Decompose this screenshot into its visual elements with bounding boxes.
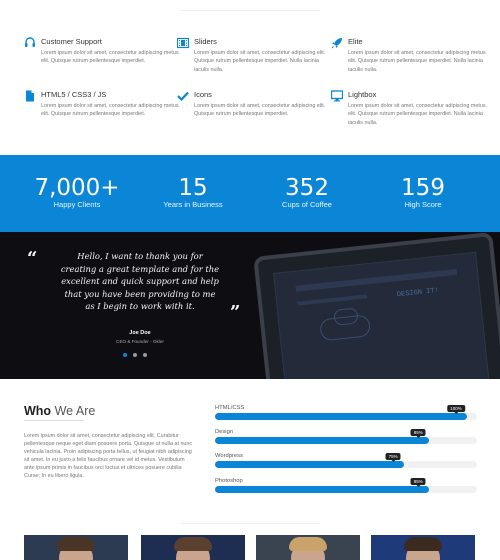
stat-value: 15: [178, 175, 208, 201]
stat-label: Years in Business: [163, 200, 223, 209]
skill-track: 75%: [215, 453, 477, 468]
skill-fill: [215, 461, 404, 468]
skill-percent-badge: 100%: [447, 405, 465, 414]
feature-title: Sliders: [194, 37, 217, 46]
skill-photoshop: Photoshop 85%: [215, 478, 477, 500]
screen-text: DESIGN IT!: [396, 286, 440, 300]
heading-rest: We Are: [54, 404, 96, 418]
skill-html-css: HTML/CSS 100%: [215, 405, 477, 427]
feature-text: Lorem ipsum dolor sit amet, consectetur …: [348, 50, 488, 73]
stat-high-score: 159 High Score: [373, 175, 473, 210]
feature-title: Icons: [194, 90, 212, 99]
hair: [57, 537, 95, 551]
stat-label: Happy Clients: [53, 200, 101, 209]
testimonial-role: CEO & Founder - Okler: [116, 339, 164, 344]
carousel-dot-3[interactable]: [143, 353, 147, 357]
carousel-dots: [120, 353, 160, 359]
monitor-icon: [331, 90, 343, 102]
team-photo-2[interactable]: [141, 535, 245, 560]
tablet-image: DESIGN IT!: [253, 232, 500, 379]
feature-title: HTML5 / CSS3 / JS: [41, 90, 107, 99]
open-quote-icon: “: [27, 248, 38, 269]
feature-title: Elite: [348, 37, 363, 46]
stat-value: 159: [401, 175, 445, 201]
feature-title: Customer Support: [41, 37, 102, 46]
feature-text: Lorem ipsum dolor sit amet, consectetur …: [41, 103, 181, 118]
testimonial-section: DESIGN IT! “ Hello, I want to thank you …: [0, 232, 500, 379]
features-section: Customer Support Lorem ipsum dolor sit a…: [0, 0, 500, 155]
stat-years-in-business: 15 Years in Business: [143, 175, 243, 210]
close-quote-icon: ”: [230, 302, 241, 323]
skill-track: 100%: [215, 405, 477, 420]
hair: [174, 537, 212, 551]
film-icon: [177, 37, 189, 49]
stat-value: 7,000+: [34, 175, 120, 201]
skill-fill: [215, 413, 467, 420]
stat-label: Cups of Coffee: [282, 200, 332, 209]
skill-name: Wordpress: [215, 453, 243, 459]
screen-subheader: [297, 294, 368, 306]
team-photo-4[interactable]: [371, 535, 475, 560]
testimonial-author: Joe Doe: [129, 330, 151, 336]
team-photo-1[interactable]: [24, 535, 128, 560]
check-icon: [177, 91, 189, 102]
who-we-are-text: Lorem ipsum dolor sit amet, consectetur …: [24, 433, 193, 480]
skill-track: 85%: [215, 429, 477, 444]
skill-name: Photoshop: [215, 478, 243, 484]
skill-fill: [215, 486, 429, 493]
heading-underline: [24, 420, 84, 421]
skill-track: 85%: [215, 478, 477, 493]
stats-band: 7,000+ Happy Clients 15 Years in Busines…: [0, 155, 500, 232]
skill-design: Design 85%: [215, 429, 477, 451]
heading-bold: Who: [24, 404, 52, 418]
stat-happy-clients: 7,000+ Happy Clients: [27, 175, 127, 210]
who-we-are-heading: Who We Are: [24, 404, 95, 418]
feature-text: Lorem ipsum dolor sit amet, consectetur …: [41, 50, 181, 65]
feature-text: Lorem ipsum dolor sit amet, consectetur …: [348, 103, 488, 126]
carousel-dot-2[interactable]: [133, 353, 137, 357]
feature-text: Lorem ipsum dolor sit amet, consectetur …: [194, 50, 326, 73]
skill-percent-badge: 75%: [385, 453, 401, 462]
hair: [289, 537, 327, 551]
skill-percent-badge: 85%: [410, 478, 426, 487]
team-divider: [180, 523, 320, 524]
rocket-icon: [331, 38, 342, 49]
skill-fill: [215, 437, 429, 444]
skill-name: HTML/CSS: [215, 405, 245, 411]
testimonial-quote: Hello, I want to thank you for creating …: [60, 251, 220, 312]
stat-value: 352: [285, 175, 329, 201]
skill-name: Design: [215, 429, 234, 435]
feature-title: Lightbox: [348, 90, 377, 99]
team-photo-3[interactable]: [256, 535, 360, 560]
headset-icon: [25, 37, 35, 47]
document-icon: [26, 90, 34, 102]
stat-cups-of-coffee: 352 Cups of Coffee: [257, 175, 357, 210]
stat-label: High Score: [404, 200, 442, 209]
skill-wordpress: Wordpress 75%: [215, 453, 477, 475]
carousel-dot-1[interactable]: [123, 353, 127, 357]
hair: [404, 537, 442, 551]
feature-text: Lorem ipsum dolor sit amet, consectetur …: [194, 103, 326, 118]
skill-percent-badge: 85%: [410, 429, 426, 438]
tablet-screen: DESIGN IT!: [273, 251, 491, 379]
